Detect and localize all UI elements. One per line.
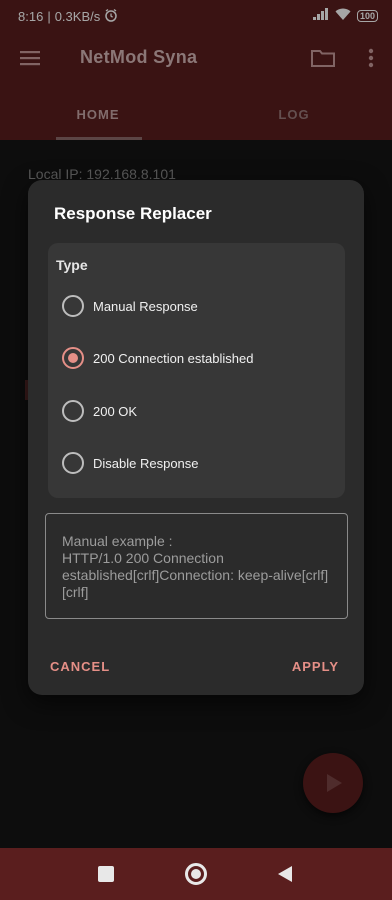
- cancel-button[interactable]: CANCEL: [50, 659, 110, 674]
- manual-response-placeholder: Manual example : HTTP/1.0 200 Connection…: [62, 533, 329, 600]
- radio-label: 200 Connection established: [93, 350, 254, 366]
- radio-label: Disable Response: [93, 455, 199, 471]
- radio-button[interactable]: [62, 452, 84, 474]
- radio-button[interactable]: [62, 400, 84, 422]
- radio-option-200-connection-established[interactable]: 200 Connection established: [62, 343, 332, 373]
- square-recents-icon[interactable]: [98, 866, 114, 882]
- type-label: Type: [56, 257, 88, 273]
- radio-option-200-ok[interactable]: 200 OK: [62, 396, 332, 426]
- radio-option-manual-response[interactable]: Manual Response: [62, 291, 332, 321]
- radio-button-selected[interactable]: [62, 347, 84, 369]
- manual-response-input[interactable]: Manual example : HTTP/1.0 200 Connection…: [45, 513, 348, 619]
- circle-home-icon[interactable]: [185, 863, 207, 885]
- dialog-title: Response Replacer: [54, 204, 212, 223]
- radio-label: 200 OK: [93, 403, 138, 419]
- system-nav-bar: [0, 848, 392, 900]
- radio-option-disable-response[interactable]: Disable Response: [62, 448, 332, 478]
- response-replacer-dialog: Response Replacer Type Manual Response 2…: [28, 180, 364, 695]
- radio-label: Manual Response: [93, 298, 198, 314]
- type-radio-group: Type Manual Response 200 Connection esta…: [48, 243, 345, 498]
- radio-button[interactable]: [62, 295, 84, 317]
- triangle-back-icon[interactable]: [277, 865, 293, 888]
- apply-button[interactable]: APPLY: [292, 659, 339, 674]
